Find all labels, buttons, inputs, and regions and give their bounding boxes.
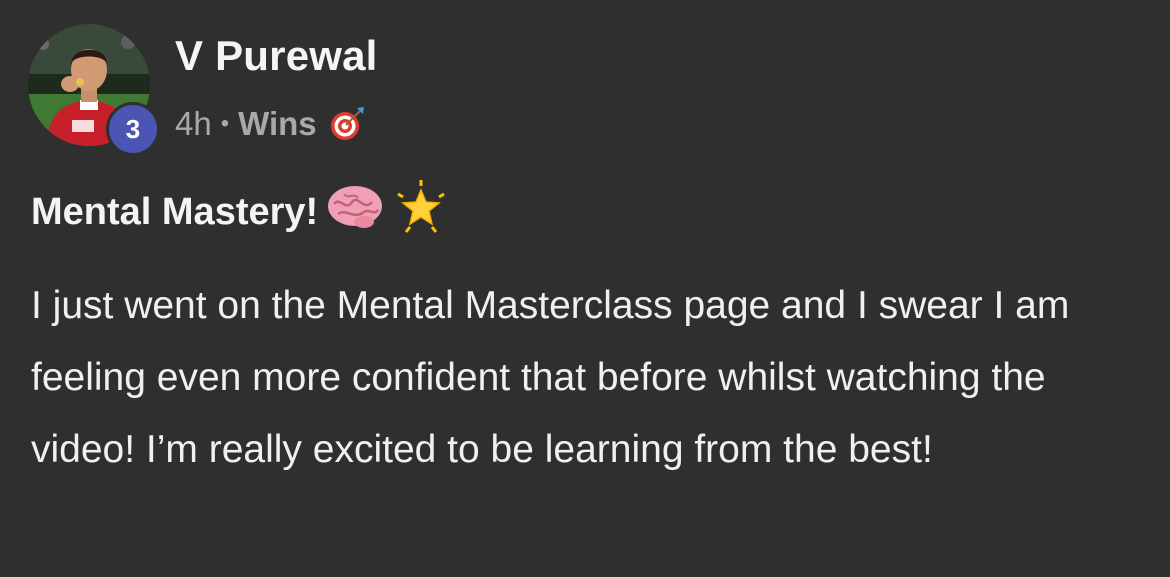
meta-separator: •: [220, 110, 230, 137]
post-card: 3 V Purewal 4h • Wins Mental Mastery! I …: [0, 0, 1170, 577]
post-category[interactable]: Wins: [238, 105, 317, 143]
direct-hit-target-icon: [327, 104, 367, 144]
author-name[interactable]: V Purewal: [175, 32, 378, 80]
post-time: 4h: [175, 105, 212, 142]
post-title-text: Mental Mastery!: [31, 190, 319, 233]
author-avatar-container[interactable]: 3: [28, 24, 160, 156]
brain-icon: [324, 182, 386, 242]
post-title: Mental Mastery!: [31, 178, 450, 246]
level-badge: 3: [106, 102, 160, 156]
post-body-text: I just went on the Mental Masterclass pa…: [31, 284, 1070, 471]
level-badge-number: 3: [125, 113, 141, 144]
glowing-star-icon: [392, 178, 450, 246]
post-meta: 4h • Wins: [175, 104, 367, 144]
